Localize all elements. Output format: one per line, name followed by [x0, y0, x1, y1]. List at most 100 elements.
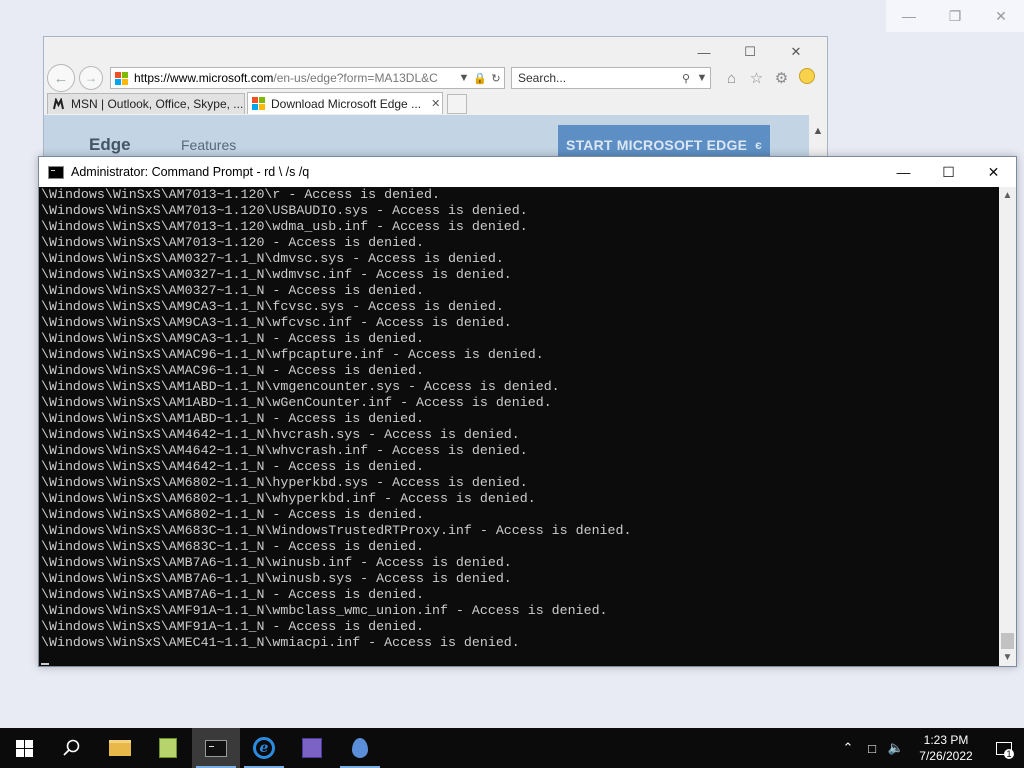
- notification-center-button[interactable]: 1: [984, 728, 1024, 768]
- console-line: \Windows\WinSxS\AMF91A~1.1_N - Access is…: [41, 619, 425, 634]
- search-taskbar-button[interactable]: [48, 728, 96, 768]
- ie-caption-buttons: — ☐ ✕: [681, 41, 819, 63]
- console-line: \Windows\WinSxS\AM6802~1.1_N\whyperkbd.i…: [41, 491, 536, 506]
- logo-square-red: [252, 97, 258, 103]
- internet-explorer-icon: e: [253, 737, 275, 759]
- tool-app-button[interactable]: [288, 728, 336, 768]
- restore-icon[interactable]: ❐: [932, 0, 978, 32]
- back-button[interactable]: ←: [47, 64, 75, 92]
- console-line: \Windows\WinSxS\AM683C~1.1_N - Access is…: [41, 539, 425, 554]
- console-line: \Windows\WinSxS\AMEC41~1.1_N\wmiacpi.inf…: [41, 635, 520, 650]
- volume-icon[interactable]: 🔈: [884, 740, 908, 756]
- logo-square-blue: [252, 104, 258, 110]
- clock[interactable]: 1:23 PM 7/26/2022: [908, 732, 984, 764]
- windows-logo-pane: [15, 739, 24, 748]
- windows-logo-pane: [15, 748, 24, 757]
- microsoft-favicon-icon: [252, 97, 265, 110]
- console-line: \Windows\WinSxS\AM0327~1.1_N\dmvsc.sys -…: [41, 251, 504, 266]
- chevron-up-icon[interactable]: ⌃: [836, 740, 860, 756]
- console-line: \Windows\WinSxS\AM9CA3~1.1_N - Access is…: [41, 331, 425, 346]
- logo-square-green: [122, 71, 128, 78]
- msn-butterfly-icon: [53, 97, 64, 109]
- ie-close-button[interactable]: ✕: [773, 41, 819, 63]
- close-tab-icon[interactable]: ✕: [431, 97, 440, 110]
- cmd-icon: [205, 739, 227, 757]
- search-box[interactable]: Search... ⚲ ▼: [511, 67, 711, 89]
- scroll-down-arrow-icon[interactable]: ▼: [999, 649, 1016, 666]
- cmd-caption-buttons: — ☐ ✕: [881, 157, 1016, 187]
- gear-icon[interactable]: ⚙: [769, 69, 794, 87]
- logo-square-red: [115, 71, 121, 78]
- search-placeholder: Search...: [518, 71, 567, 85]
- tab-download-edge[interactable]: Download Microsoft Edge ... ✕: [247, 92, 443, 114]
- console-line: \Windows\WinSxS\AM0327~1.1_N - Access is…: [41, 283, 425, 298]
- search-icon[interactable]: ⚲: [678, 72, 694, 85]
- network-icon[interactable]: □: [860, 741, 884, 756]
- smiley-face: [798, 68, 815, 84]
- cmd-maximize-button[interactable]: ☐: [926, 157, 971, 187]
- console-line: \Windows\WinSxS\AM1ABD~1.1_N - Access is…: [41, 411, 425, 426]
- new-tab-button[interactable]: [447, 94, 467, 114]
- console-line: \Windows\WinSxS\AM7013~1.120 - Access is…: [41, 235, 425, 250]
- refresh-icon[interactable]: ↻: [488, 72, 504, 85]
- back-arrow-icon: ←: [53, 69, 69, 87]
- cmd-close-button[interactable]: ✕: [971, 157, 1016, 187]
- console-line: \Windows\WinSxS\AM1ABD~1.1_N\vmgencounte…: [41, 379, 560, 394]
- cmd-minimize-button[interactable]: —: [881, 157, 926, 187]
- feedback-smiley-icon[interactable]: [794, 68, 819, 88]
- search-dropdown-icon[interactable]: ▼: [694, 72, 710, 84]
- internet-explorer-taskbar-button[interactable]: e: [240, 728, 288, 768]
- dropdown-arrow-icon[interactable]: ▼: [456, 72, 472, 84]
- console-line: \Windows\WinSxS\AMB7A6~1.1_N\winusb.inf …: [41, 555, 512, 570]
- tab-msn[interactable]: MSN | Outlook, Office, Skype, ...: [47, 93, 245, 114]
- edge-brand[interactable]: Edge: [89, 135, 131, 155]
- command-prompt-taskbar-button[interactable]: [192, 728, 240, 768]
- console-line: \Windows\WinSxS\AM6802~1.1_N - Access is…: [41, 507, 425, 522]
- cmd-title-bar[interactable]: Administrator: Command Prompt - rd \ /s …: [39, 157, 1016, 187]
- balloon-app-icon: [352, 738, 368, 758]
- favorites-star-icon[interactable]: ☆: [744, 69, 769, 87]
- edge-logo-icon: є: [755, 138, 762, 152]
- console-line: \Windows\WinSxS\AM6802~1.1_N\hyperkbd.sy…: [41, 475, 528, 490]
- address-bar[interactable]: https://www.microsoft.com/en-us/edge?for…: [110, 67, 505, 89]
- scroll-up-arrow-icon[interactable]: ▲: [999, 187, 1016, 204]
- console-line: \Windows\WinSxS\AMAC96~1.1_N - Access is…: [41, 363, 425, 378]
- console-line: \Windows\WinSxS\AMB7A6~1.1_N - Access is…: [41, 587, 425, 602]
- console-line: \Windows\WinSxS\AMAC96~1.1_N\wfpcapture.…: [41, 347, 544, 362]
- search-icon: [63, 739, 80, 756]
- forward-arrow-icon: →: [85, 71, 97, 85]
- logo-square-yellow: [122, 78, 128, 85]
- url-text[interactable]: https://www.microsoft.com/en-us/edge?for…: [134, 71, 456, 85]
- notepad-icon: [159, 738, 177, 758]
- clock-time: 1:23 PM: [923, 733, 969, 747]
- close-icon[interactable]: ✕: [978, 0, 1024, 32]
- system-tray: ⌃ □ 🔈 1:23 PM 7/26/2022 1: [836, 728, 1024, 768]
- scrollbar-thumb[interactable]: [1001, 633, 1014, 649]
- balloon-app-button[interactable]: [336, 728, 384, 768]
- tab-download-edge-label: Download Microsoft Edge ...: [271, 96, 422, 111]
- notepad-plus-button[interactable]: [144, 728, 192, 768]
- taskbar: e ⌃ □ 🔈 1:23 PM 7/26/2022 1: [0, 728, 1024, 768]
- cmd-vertical-scrollbar[interactable]: ▲ ▼: [999, 187, 1016, 666]
- windows-logo-pane: [24, 748, 33, 757]
- console-cursor: [41, 663, 49, 665]
- folder-icon: [109, 740, 131, 756]
- ie-maximize-button[interactable]: ☐: [727, 41, 773, 63]
- lock-icon[interactable]: 🔒: [472, 72, 488, 85]
- desktop-window-controls: — ❐ ✕: [886, 0, 1024, 32]
- ie-minimize-button[interactable]: —: [681, 41, 727, 63]
- forward-button[interactable]: →: [79, 66, 103, 90]
- start-button[interactable]: [0, 728, 48, 768]
- home-icon[interactable]: ⌂: [719, 70, 744, 87]
- console-line: \Windows\WinSxS\AM1ABD~1.1_N\wGenCounter…: [41, 395, 552, 410]
- console-line: \Windows\WinSxS\AM0327~1.1_N\wdmvsc.inf …: [41, 267, 512, 282]
- features-link[interactable]: Features: [181, 137, 236, 153]
- console-line: \Windows\WinSxS\AM4642~1.1_N - Access is…: [41, 459, 425, 474]
- logo-square-blue: [115, 78, 121, 85]
- minimize-icon[interactable]: —: [886, 0, 932, 32]
- file-explorer-button[interactable]: [96, 728, 144, 768]
- ie-tab-strip: MSN | Outlook, Office, Skype, ... Downlo…: [47, 92, 467, 114]
- clock-date: 7/26/2022: [919, 749, 973, 763]
- console-line: \Windows\WinSxS\AM683C~1.1_N\WindowsTrus…: [41, 523, 632, 538]
- console-output[interactable]: \Windows\WinSxS\AM7013~1.120\r - Access …: [39, 187, 999, 666]
